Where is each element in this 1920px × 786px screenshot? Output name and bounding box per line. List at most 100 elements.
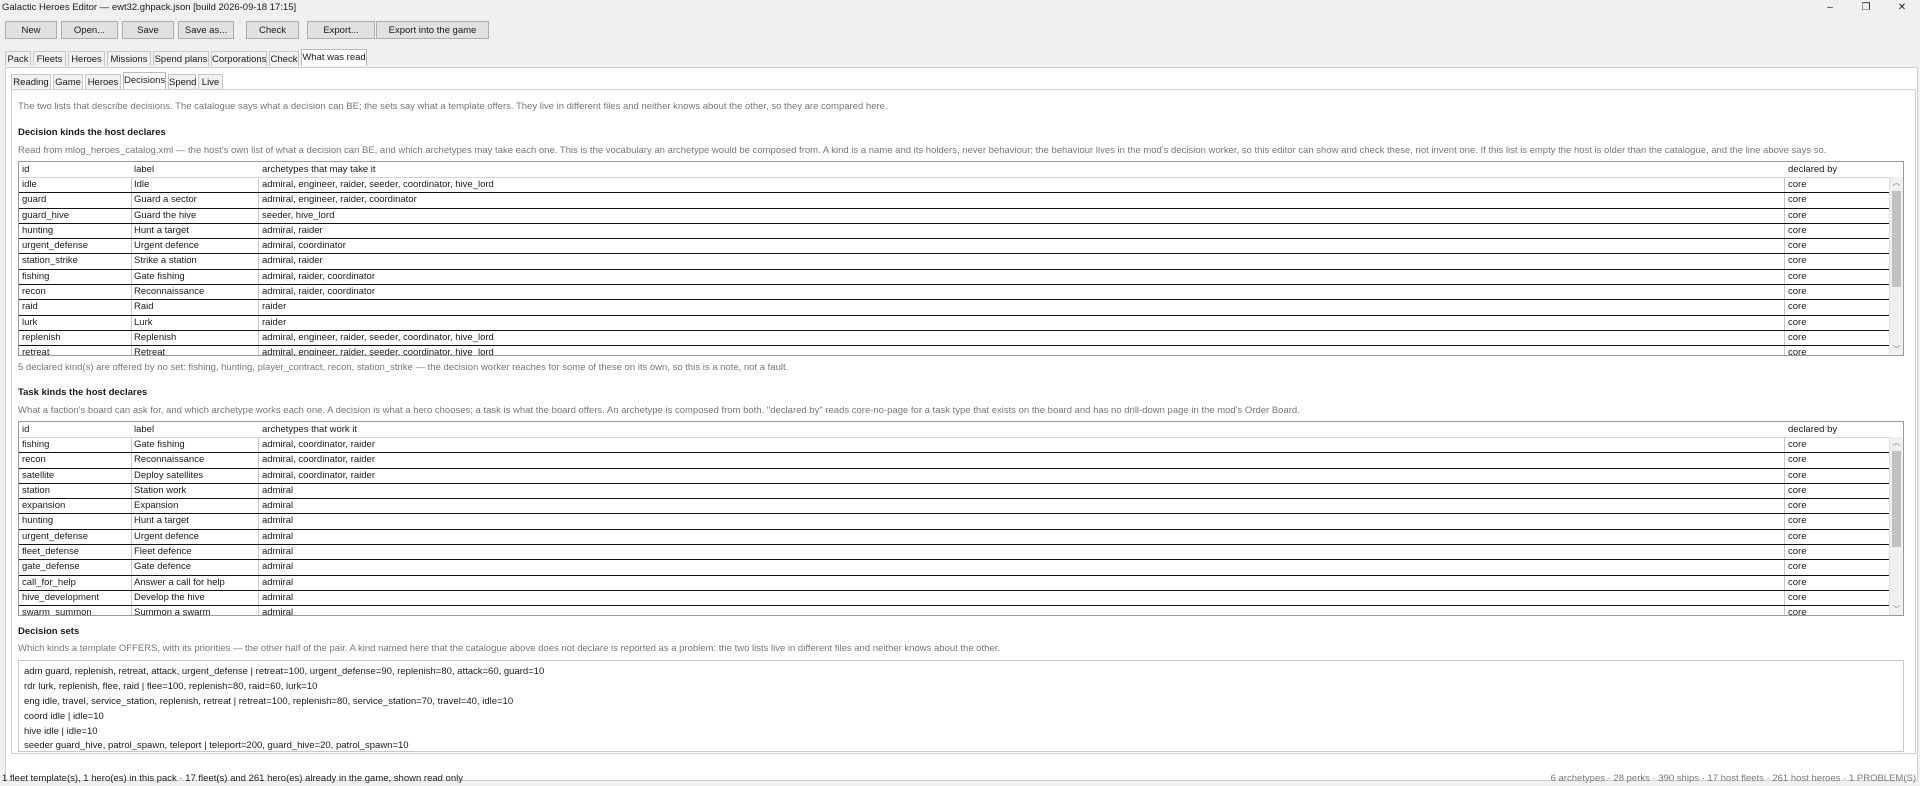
scroll-down-icon[interactable]: ﹀ bbox=[1890, 344, 1903, 355]
subtab-spend[interactable]: Spend bbox=[168, 74, 196, 89]
subtab-heroes[interactable]: Heroes bbox=[85, 74, 121, 89]
table-row[interactable]: expansion Expansion admiral core bbox=[19, 499, 1903, 515]
task-kinds-table[interactable]: id label archetypes that work it declare… bbox=[18, 421, 1904, 616]
table-row[interactable]: replenish Replenish admiral, engineer, rai… bbox=[19, 331, 1903, 347]
decision-sets-text[interactable]: adm guard, replenish, retreat, attack, u… bbox=[18, 660, 1904, 752]
cell-id: gate_defense bbox=[22, 561, 80, 573]
cell-label: Answer a call for help bbox=[134, 576, 225, 588]
table-header: id label archetypes that may take it dec… bbox=[19, 162, 1903, 178]
cell-label: Raid bbox=[134, 301, 154, 313]
decision-sets-description: Which kinds a template OFFERS, with its … bbox=[18, 643, 1001, 654]
table-row[interactable]: hunting Hunt a target admiral, raider core bbox=[19, 224, 1903, 240]
status-left: 1 fleet template(s), 1 hero(es) in this … bbox=[2, 773, 463, 784]
column-header-archetypes[interactable]: archetypes that may take it bbox=[262, 164, 376, 175]
column-header-id[interactable]: id bbox=[22, 424, 29, 435]
export-button[interactable]: Export... bbox=[307, 21, 375, 39]
minimize-icon[interactable]: – bbox=[1812, 0, 1848, 16]
tab-heroes[interactable]: Heroes bbox=[68, 51, 105, 66]
cell-archetypes: admiral, coordinator, raider bbox=[262, 439, 375, 450]
table-row[interactable]: retreat Retreat admiral, engineer, raider,… bbox=[19, 346, 1903, 355]
cell-archetypes: admiral bbox=[262, 546, 294, 558]
table-row[interactable]: idle Idle admiral, engineer, raider, seede… bbox=[19, 178, 1903, 194]
task-kinds-scrollbar[interactable]: ︿ ﹀ bbox=[1889, 437, 1903, 615]
column-header-archetypes[interactable]: archetypes that work it bbox=[262, 424, 357, 435]
save-as-button[interactable]: Save as... bbox=[178, 21, 234, 39]
table-row[interactable]: fishing Gate fishing admiral, coordinator,… bbox=[19, 438, 1903, 454]
cell-label: Summon a swarm bbox=[134, 607, 211, 616]
cell-declared-by: core bbox=[1788, 194, 1807, 206]
scroll-thumb[interactable] bbox=[1892, 191, 1901, 287]
cell-declared-by: core bbox=[1788, 209, 1807, 221]
cell-declared-by: core bbox=[1788, 255, 1807, 267]
task-kinds-description: What a faction's board can ask for, and … bbox=[18, 405, 1300, 416]
table-row[interactable]: urgent_defense Urgent defence admiral core bbox=[19, 530, 1903, 546]
table-row[interactable]: guard_hive Guard the hive seeder, hive_lor… bbox=[19, 209, 1903, 224]
close-icon[interactable]: ✕ bbox=[1884, 0, 1920, 16]
decision-kinds-table[interactable]: id label archetypes that may take it dec… bbox=[18, 161, 1904, 356]
cell-archetypes: admiral, raider, coordinator bbox=[262, 270, 375, 282]
cell-archetypes: admiral bbox=[262, 515, 294, 527]
table-row[interactable]: urgent_defense Urgent defence admiral, coo… bbox=[19, 239, 1903, 255]
scroll-thumb[interactable] bbox=[1892, 451, 1901, 547]
subtab-live[interactable]: Live bbox=[198, 74, 223, 89]
column-header-declared-by[interactable]: declared by bbox=[1788, 424, 1837, 435]
table-row[interactable]: hunting Hunt a target admiral core bbox=[19, 514, 1903, 530]
cell-declared-by: core bbox=[1788, 331, 1807, 343]
tab-pack[interactable]: Pack bbox=[5, 51, 31, 66]
scroll-up-icon[interactable]: ︿ bbox=[1890, 437, 1903, 448]
column-header-label[interactable]: label bbox=[134, 164, 154, 175]
export-into-game-button[interactable]: Export into the game bbox=[376, 21, 489, 39]
subtab-decisions[interactable]: Decisions bbox=[123, 72, 166, 89]
tab-what-was-read[interactable]: What was read bbox=[301, 49, 367, 66]
tab-spend-plans[interactable]: Spend plans bbox=[153, 51, 209, 66]
table-row[interactable]: station_strike Strike a station admiral, r… bbox=[19, 254, 1903, 270]
subtab-reading[interactable]: Reading bbox=[11, 74, 51, 89]
table-header: id label archetypes that work it declare… bbox=[19, 422, 1903, 438]
decision-set-line: eng idle, travel, service_station, reple… bbox=[24, 696, 514, 707]
tab-corporations[interactable]: Corporations bbox=[211, 51, 267, 66]
table-row[interactable]: guard Guard a sector admiral, engineer, ra… bbox=[19, 193, 1903, 209]
cell-archetypes: admiral, engineer, raider, coordinator bbox=[262, 194, 417, 206]
tab-missions[interactable]: Missions bbox=[107, 51, 151, 66]
table-row[interactable]: lurk Lurk raider core bbox=[19, 316, 1903, 331]
table-row[interactable]: fishing Gate fishing admiral, raider, coor… bbox=[19, 270, 1903, 286]
scroll-down-icon[interactable]: ﹀ bbox=[1890, 604, 1903, 615]
cell-id: fishing bbox=[22, 270, 50, 282]
cell-label: Guard the hive bbox=[134, 209, 197, 221]
cell-id: urgent_defense bbox=[22, 240, 89, 252]
cell-id: lurk bbox=[22, 316, 38, 328]
cell-id: fleet_defense bbox=[22, 546, 80, 558]
column-header-label[interactable]: label bbox=[134, 424, 154, 435]
cell-declared-by: core bbox=[1788, 591, 1807, 603]
tab-fleets[interactable]: Fleets bbox=[33, 51, 66, 66]
table-row[interactable]: raid Raid raider core bbox=[19, 300, 1903, 316]
cell-declared-by: core bbox=[1788, 484, 1807, 496]
column-header-declared-by[interactable]: declared by bbox=[1788, 164, 1837, 175]
cell-archetypes: admiral, coordinator, raider bbox=[262, 469, 375, 481]
table-row[interactable]: gate_defense Gate defence admiral core bbox=[19, 560, 1903, 576]
decision-kinds-scrollbar[interactable]: ︿ ﹀ bbox=[1889, 177, 1903, 355]
new-button[interactable]: New bbox=[5, 21, 57, 39]
cell-label: Hunt a target bbox=[134, 224, 189, 236]
save-button[interactable]: Save bbox=[122, 21, 174, 39]
cell-id: idle bbox=[22, 179, 37, 190]
cell-declared-by: core bbox=[1788, 561, 1807, 573]
table-row[interactable]: recon Reconnaissance admiral, coordinator,… bbox=[19, 453, 1903, 469]
table-row[interactable]: fleet_defense Fleet defence admiral core bbox=[19, 545, 1903, 561]
cell-label: Guard a sector bbox=[134, 194, 197, 206]
check-button[interactable]: Check bbox=[246, 21, 299, 39]
table-row[interactable]: hive_development Develop the hive admiral c… bbox=[19, 591, 1903, 607]
table-row[interactable]: recon Reconnaissance admiral, raider, coor… bbox=[19, 285, 1903, 301]
table-row[interactable]: call_for_help Answer a call for help admir… bbox=[19, 576, 1903, 591]
table-row[interactable]: satellite Deploy satellites admiral, coord… bbox=[19, 469, 1903, 484]
tab-check[interactable]: Check bbox=[269, 51, 299, 66]
table-row[interactable]: station Station work admiral core bbox=[19, 484, 1903, 500]
subtab-game[interactable]: Game bbox=[53, 74, 83, 89]
column-header-id[interactable]: id bbox=[22, 164, 29, 175]
table-row[interactable]: swarm_summon Summon a swarm admiral core bbox=[19, 606, 1903, 616]
title-bar: Galactic Heroes Editor — ewt32.ghpack.js… bbox=[0, 0, 1920, 16]
open-button[interactable]: Open... bbox=[61, 21, 118, 39]
scroll-up-icon[interactable]: ︿ bbox=[1890, 177, 1903, 188]
cell-declared-by: core bbox=[1788, 607, 1807, 616]
maximize-icon[interactable]: ❐ bbox=[1848, 0, 1884, 16]
